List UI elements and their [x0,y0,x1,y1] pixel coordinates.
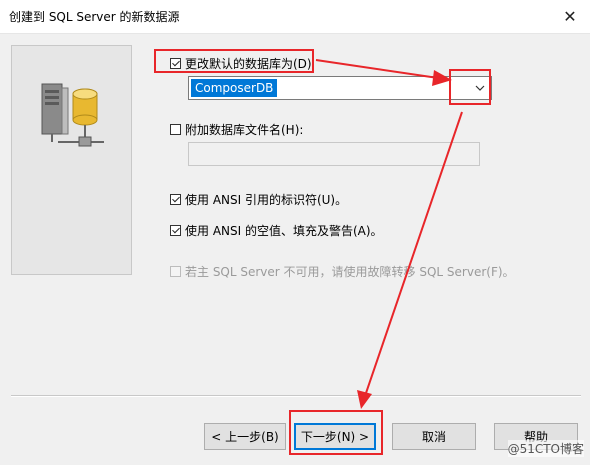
window-title: 创建到 SQL Server 的新数据源 [9,10,180,24]
side-image-panel [11,45,132,275]
failover-label: 若主 SQL Server 不可用，请使用故障转移 SQL Server(F)。 [185,265,515,279]
database-server-icon [41,83,104,147]
change-default-db-checkbox[interactable] [170,58,181,69]
chevron-down-icon[interactable] [469,77,491,99]
ansi-quoted-checkbox[interactable] [170,194,181,205]
ansi-nulls-option[interactable]: 使用 ANSI 的空值、填充及警告(A)。 [170,222,383,239]
attach-db-file-option[interactable]: 附加数据库文件名(H): [170,121,303,138]
separator [11,395,581,397]
next-button[interactable]: 下一步(N) > [294,423,376,450]
cancel-button[interactable]: 取消 [392,423,476,450]
watermark-text: @51CTO博客 [507,440,584,457]
arrow-head-next [357,390,372,409]
failover-checkbox [170,266,181,277]
ansi-quoted-label: 使用 ANSI 引用的标识符(U)。 [185,193,348,207]
back-button[interactable]: < 上一步(B) [204,423,286,450]
ansi-nulls-label: 使用 ANSI 的空值、填充及警告(A)。 [185,224,383,238]
ansi-quoted-option[interactable]: 使用 ANSI 引用的标识符(U)。 [170,191,347,208]
close-icon[interactable]: ✕ [550,0,590,33]
database-select[interactable]: ComposerDB [188,76,492,100]
attach-db-file-label: 附加数据库文件名(H): [185,123,304,137]
database-select-value: ComposerDB [191,79,278,97]
title-bar: 创建到 SQL Server 的新数据源 ✕ [0,0,590,34]
ansi-nulls-checkbox[interactable] [170,225,181,236]
change-default-db-label: 更改默认的数据库为(D) [185,57,312,71]
failover-option: 若主 SQL Server 不可用，请使用故障转移 SQL Server(F)。 [170,263,515,280]
attach-db-file-checkbox[interactable] [170,124,181,135]
change-default-db-option[interactable]: 更改默认的数据库为(D) [170,55,312,72]
attach-db-file-input[interactable] [188,142,480,166]
